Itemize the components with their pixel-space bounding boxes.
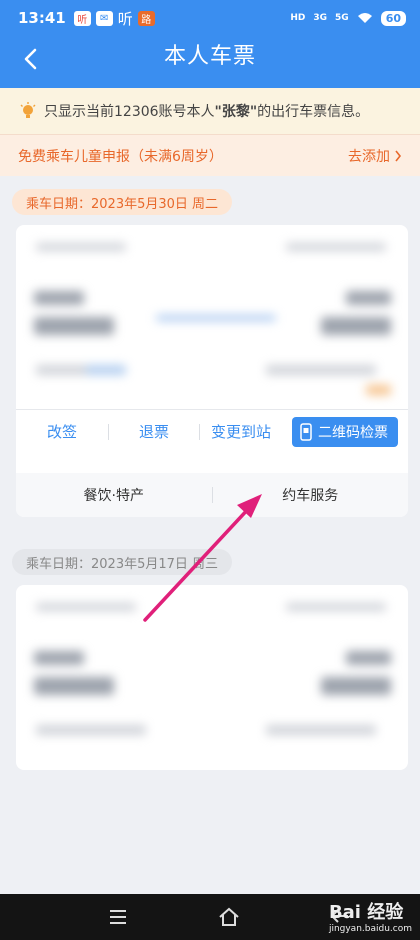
chevron-right-icon: [395, 150, 402, 161]
add-child-text: 去添加: [348, 148, 390, 165]
status-time: 13:41: [18, 9, 66, 27]
app-notification-icon: 听: [73, 10, 91, 26]
battery-icon: 60: [380, 10, 406, 26]
refund-button[interactable]: 退票: [109, 421, 199, 442]
qr-check-label: 二维码检票: [318, 424, 388, 441]
watermark: Bai 经验 jingyan.baidu.com: [329, 898, 412, 934]
ticket-actions: 改签 退票 变更到站 二维码检票: [16, 409, 408, 453]
status-bar: 13:41 听 ✉ 听 路 HD 3G 5G 60: [0, 0, 420, 36]
phone-qr-icon: [300, 422, 312, 441]
menu-icon[interactable]: [108, 909, 128, 925]
trip-date-badge: 乘车日期：2023年5月30日 周二: [12, 189, 233, 215]
wifi-icon: [357, 13, 372, 23]
food-specialty-button[interactable]: 餐饮·特产: [16, 485, 212, 505]
page-title: 本人车票: [163, 44, 256, 69]
watermark-brand: Bai 经验: [328, 902, 404, 923]
change-station-button[interactable]: 变更到站: [200, 421, 282, 442]
map-notification-icon: 路: [137, 10, 155, 26]
lightbulb-icon: [20, 102, 36, 118]
status-right: HD 3G 5G 60: [290, 10, 406, 26]
info-notice: 只显示当前12306账号本人 "张黎" 的出行车票信息。: [0, 88, 420, 134]
qr-check-button[interactable]: 二维码检票: [292, 416, 398, 447]
notice-name: "张黎": [214, 104, 258, 120]
ticket-details-blurred: [16, 585, 408, 770]
trip-date-badge: 乘车日期：2023年5月17日 周三: [12, 549, 233, 575]
back-arrow-icon[interactable]: [16, 44, 46, 74]
hd-icon: HD: [290, 13, 306, 23]
signal-5g-icon: 5G: [335, 13, 349, 23]
child-declaration-label: 免费乘车儿童申报（未满6周岁）: [18, 148, 223, 165]
ticket-card: 改签 退票 变更到站 二维码检票 餐饮·特产 约车服务: [16, 225, 408, 517]
add-child-link[interactable]: 去添加: [348, 146, 402, 166]
ticket-card: [16, 585, 408, 770]
app-notification-icon: 听: [117, 9, 133, 28]
signal-3g-icon: 3G: [313, 13, 328, 23]
child-declaration-row[interactable]: 免费乘车儿童申报（未满6周岁） 去添加: [0, 134, 420, 176]
change-ticket-button[interactable]: 改签: [16, 421, 108, 442]
ticket-details-blurred: [16, 225, 408, 409]
home-icon[interactable]: [217, 907, 241, 927]
notice-prefix: 只显示当前12306账号本人: [44, 104, 215, 120]
car-service-button[interactable]: 约车服务: [213, 485, 409, 505]
ticket-services: 餐饮·特产 约车服务: [16, 473, 408, 517]
notice-suffix: 的出行车票信息。: [257, 104, 370, 120]
watermark-url: jingyan.baidu.com: [328, 924, 412, 934]
mail-notification-icon: ✉: [95, 10, 113, 26]
